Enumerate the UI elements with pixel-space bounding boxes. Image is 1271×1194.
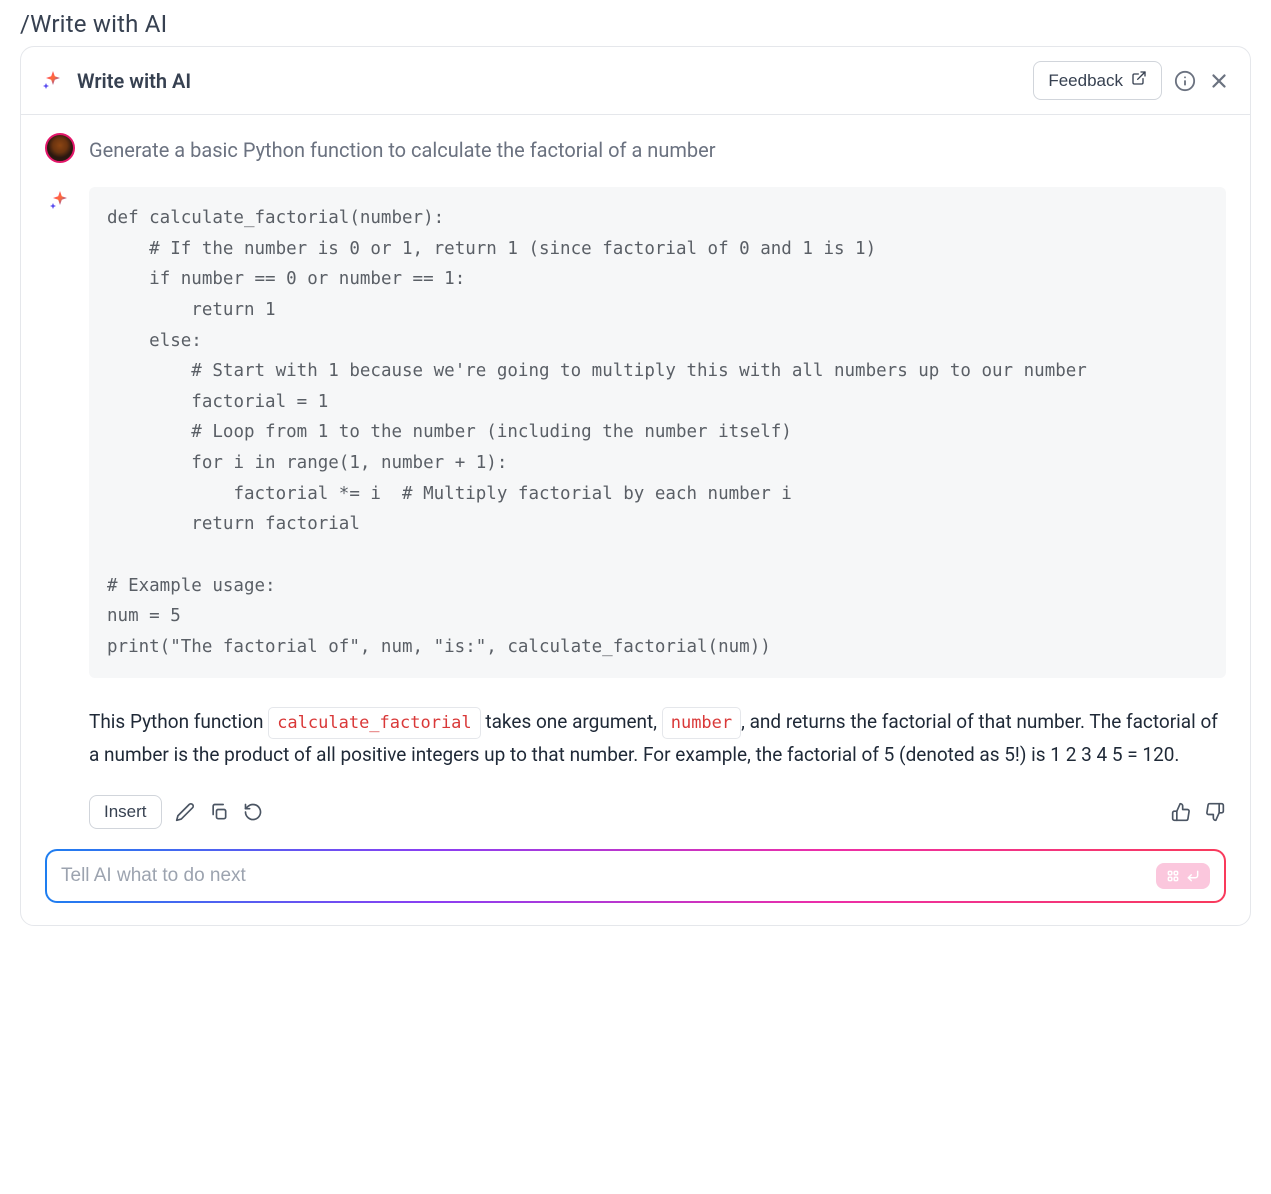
feedback-button[interactable]: Feedback <box>1033 61 1162 100</box>
regenerate-icon[interactable] <box>242 801 264 823</box>
inline-code: calculate_factorial <box>268 707 480 739</box>
submit-shortcut-chip[interactable] <box>1156 863 1210 889</box>
explain-text: takes one argument, <box>481 710 662 733</box>
user-message: Generate a basic Python function to calc… <box>45 133 1226 165</box>
ai-content: def calculate_factorial(number): # If th… <box>89 187 1226 829</box>
prompt-input[interactable] <box>61 865 1144 887</box>
ai-panel: Write with AI Feedback Generate a basic … <box>20 46 1251 926</box>
code-block: def calculate_factorial(number): # If th… <box>89 187 1226 678</box>
panel-header: Write with AI Feedback <box>21 47 1250 115</box>
copy-icon[interactable] <box>208 801 230 823</box>
thumbs-up-icon[interactable] <box>1170 801 1192 823</box>
insert-button[interactable]: Insert <box>89 795 162 829</box>
breadcrumb: /Write with AI <box>20 10 1251 38</box>
thumbs-down-icon[interactable] <box>1204 801 1226 823</box>
prompt-input-border <box>45 849 1226 903</box>
explain-text: This Python function <box>89 710 268 733</box>
ai-message: def calculate_factorial(number): # If th… <box>45 187 1226 829</box>
edit-icon[interactable] <box>174 801 196 823</box>
close-icon[interactable] <box>1208 70 1230 92</box>
info-icon[interactable] <box>1174 70 1196 92</box>
user-avatar <box>45 133 75 163</box>
conversation: Generate a basic Python function to calc… <box>21 115 1250 849</box>
feedback-label: Feedback <box>1048 71 1123 91</box>
input-area <box>21 849 1250 925</box>
ai-sparkle-icon <box>45 187 75 213</box>
inline-code: number <box>662 707 741 739</box>
explanation: This Python function calculate_factorial… <box>89 706 1226 770</box>
sparkle-icon <box>41 69 65 93</box>
external-link-icon <box>1131 70 1147 91</box>
action-row: Insert <box>89 795 1226 829</box>
user-prompt: Generate a basic Python function to calc… <box>89 133 716 165</box>
panel-title: Write with AI <box>77 69 1021 93</box>
